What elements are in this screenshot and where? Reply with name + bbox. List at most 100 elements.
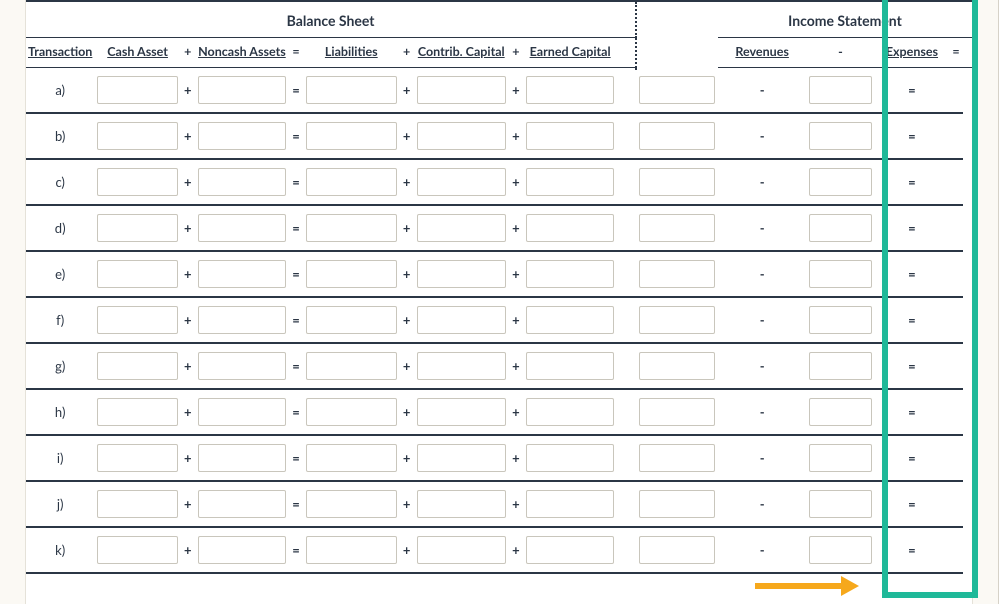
op-plus: + xyxy=(509,297,523,343)
op-plus: + xyxy=(181,343,195,389)
op-plus: + xyxy=(509,68,523,113)
earned-capital-input[interactable] xyxy=(526,536,615,564)
noncash-assets-input[interactable] xyxy=(198,444,286,472)
op-equals: = xyxy=(289,297,303,343)
expenses-input[interactable] xyxy=(809,214,871,242)
col-earned-capital: Earned Capital xyxy=(530,44,611,59)
row-label: f) xyxy=(26,297,94,343)
op-minus: - xyxy=(718,343,806,389)
op-plus: + xyxy=(509,481,523,527)
revenues-input[interactable] xyxy=(639,306,715,334)
op-plus: + xyxy=(509,113,523,159)
earned-capital-input[interactable] xyxy=(526,122,615,150)
contrib-capital-input[interactable] xyxy=(417,306,506,334)
expenses-input[interactable] xyxy=(809,306,871,334)
contrib-capital-input[interactable] xyxy=(417,398,506,426)
contrib-capital-input[interactable] xyxy=(417,76,506,104)
liabilities-input[interactable] xyxy=(306,536,397,564)
noncash-assets-input[interactable] xyxy=(198,76,286,104)
contrib-capital-input[interactable] xyxy=(417,444,506,472)
cash-asset-input[interactable] xyxy=(97,536,177,564)
noncash-assets-input[interactable] xyxy=(198,352,286,380)
cash-asset-input[interactable] xyxy=(97,398,177,426)
expenses-input[interactable] xyxy=(809,122,871,150)
liabilities-input[interactable] xyxy=(306,306,397,334)
expenses-input[interactable] xyxy=(809,398,871,426)
op-plus: + xyxy=(509,251,523,297)
cash-asset-input[interactable] xyxy=(97,260,177,288)
earned-capital-input[interactable] xyxy=(526,260,615,288)
revenues-input[interactable] xyxy=(639,398,715,426)
op-equals: = xyxy=(289,435,303,481)
earned-capital-input[interactable] xyxy=(526,398,615,426)
expenses-input[interactable] xyxy=(809,76,871,104)
liabilities-input[interactable] xyxy=(306,76,397,104)
noncash-assets-input[interactable] xyxy=(198,214,286,242)
op-equals: = xyxy=(875,343,950,389)
contrib-capital-input[interactable] xyxy=(417,214,506,242)
noncash-assets-input[interactable] xyxy=(198,168,286,196)
earned-capital-input[interactable] xyxy=(526,444,615,472)
revenues-input[interactable] xyxy=(639,122,715,150)
earned-capital-input[interactable] xyxy=(526,76,615,104)
noncash-assets-input[interactable] xyxy=(198,490,286,518)
contrib-capital-input[interactable] xyxy=(417,536,506,564)
revenues-input[interactable] xyxy=(639,214,715,242)
expenses-input[interactable] xyxy=(809,444,871,472)
op-plus: + xyxy=(181,481,195,527)
revenues-input[interactable] xyxy=(639,168,715,196)
contrib-capital-input[interactable] xyxy=(417,168,506,196)
earned-capital-input[interactable] xyxy=(526,490,615,518)
op-plus: + xyxy=(181,527,195,573)
expenses-input[interactable] xyxy=(809,352,871,380)
op-plus: + xyxy=(400,435,414,481)
cash-asset-input[interactable] xyxy=(97,168,177,196)
earned-capital-input[interactable] xyxy=(526,168,615,196)
op-plus: + xyxy=(400,297,414,343)
liabilities-input[interactable] xyxy=(306,122,397,150)
noncash-assets-input[interactable] xyxy=(198,122,286,150)
contrib-capital-input[interactable] xyxy=(417,122,506,150)
revenues-input[interactable] xyxy=(639,352,715,380)
cash-asset-input[interactable] xyxy=(97,76,177,104)
cash-asset-input[interactable] xyxy=(97,490,177,518)
expenses-input[interactable] xyxy=(809,168,871,196)
noncash-assets-input[interactable] xyxy=(198,306,286,334)
liabilities-input[interactable] xyxy=(306,214,397,242)
earned-capital-input[interactable] xyxy=(526,352,615,380)
row-label: k) xyxy=(26,527,94,573)
liabilities-input[interactable] xyxy=(306,444,397,472)
cash-asset-input[interactable] xyxy=(97,214,177,242)
cash-asset-input[interactable] xyxy=(97,352,177,380)
expenses-input[interactable] xyxy=(809,536,871,564)
liabilities-input[interactable] xyxy=(306,352,397,380)
col-cash-asset: Cash Asset xyxy=(107,44,168,59)
table-row: b)+=++-= xyxy=(26,113,972,159)
cash-asset-input[interactable] xyxy=(97,306,177,334)
revenues-input[interactable] xyxy=(639,76,715,104)
liabilities-input[interactable] xyxy=(306,168,397,196)
op-equals: = xyxy=(875,297,950,343)
contrib-capital-input[interactable] xyxy=(417,260,506,288)
liabilities-input[interactable] xyxy=(306,260,397,288)
contrib-capital-input[interactable] xyxy=(417,490,506,518)
cash-asset-input[interactable] xyxy=(97,122,177,150)
earned-capital-input[interactable] xyxy=(526,306,615,334)
op-equals: = xyxy=(289,527,303,573)
liabilities-input[interactable] xyxy=(306,398,397,426)
contrib-capital-input[interactable] xyxy=(417,352,506,380)
noncash-assets-input[interactable] xyxy=(198,536,286,564)
expenses-input[interactable] xyxy=(809,490,871,518)
cash-asset-input[interactable] xyxy=(97,444,177,472)
revenues-input[interactable] xyxy=(639,444,715,472)
revenues-input[interactable] xyxy=(639,260,715,288)
liabilities-input[interactable] xyxy=(306,490,397,518)
earned-capital-input[interactable] xyxy=(526,214,615,242)
table-row: i)+=++-= xyxy=(26,435,972,481)
revenues-input[interactable] xyxy=(639,490,715,518)
noncash-assets-input[interactable] xyxy=(198,398,286,426)
expenses-input[interactable] xyxy=(809,260,871,288)
op-plus: + xyxy=(509,38,523,68)
revenues-input[interactable] xyxy=(639,536,715,564)
noncash-assets-input[interactable] xyxy=(198,260,286,288)
